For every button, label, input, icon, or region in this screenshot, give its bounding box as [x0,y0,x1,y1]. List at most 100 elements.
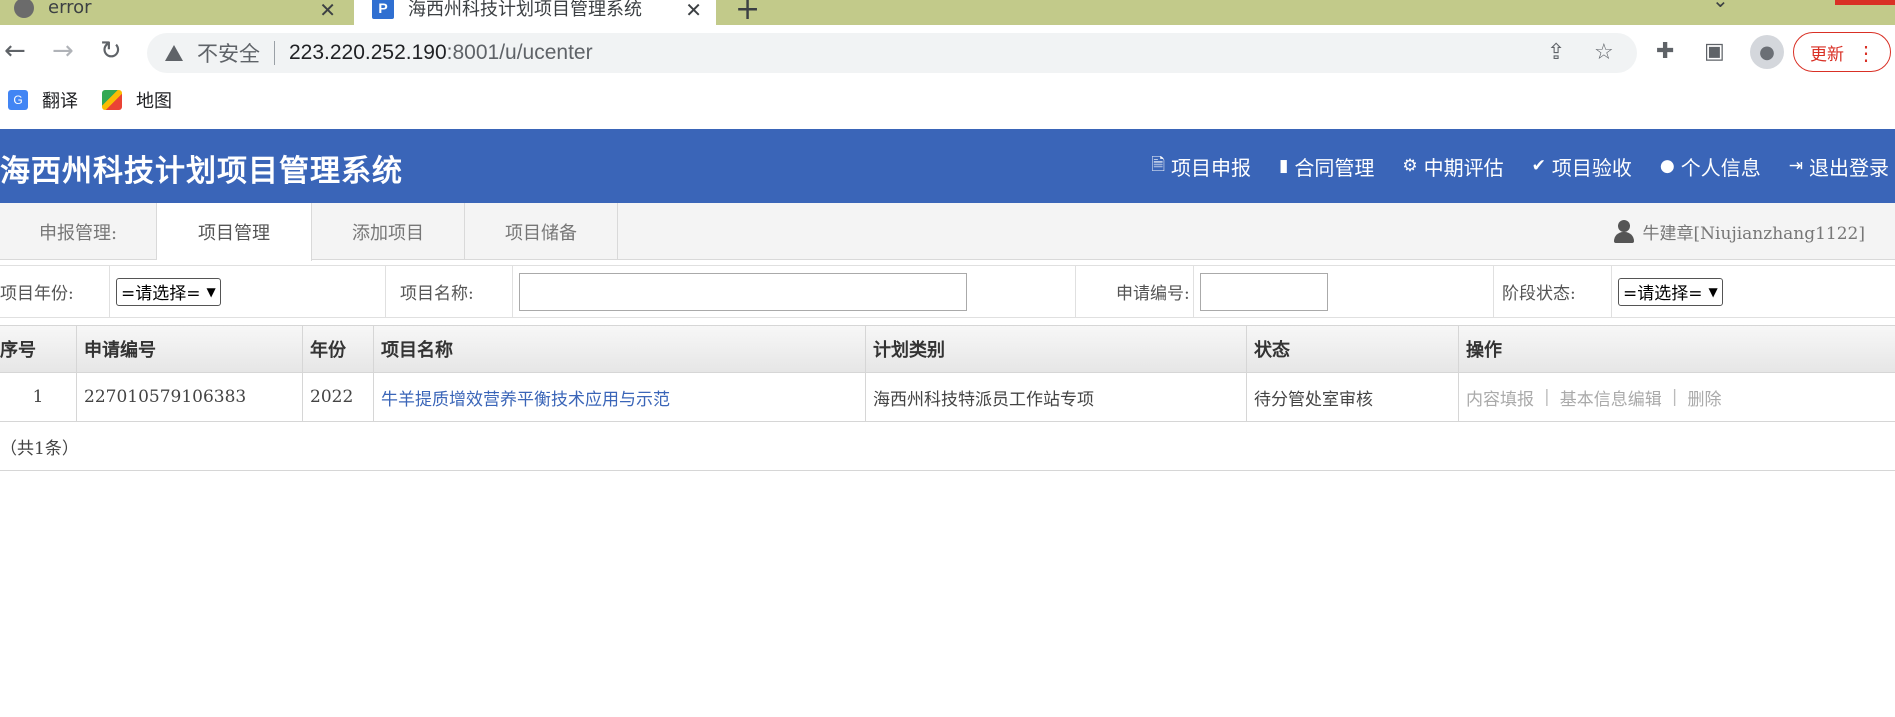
divider: | [1544,387,1550,407]
app-title: 海西州科技计划项目管理系统 [0,154,403,189]
nav-profile[interactable]: ● 个人信息 [1660,152,1761,181]
browser-tab-error[interactable]: error ✕ [0,0,350,25]
stage-select-value: =请选择= [1623,284,1703,304]
nav-midterm[interactable]: ⚙ 中期评估 [1402,152,1503,181]
nav-label: 项目申报 [1171,155,1252,180]
application-code-input[interactable] [1200,272,1328,311]
browser-tab-active[interactable]: P 海西州科技计划项目管理系统 ✕ [354,0,716,25]
cell-category: 海西州科技特派员工作站专项 [866,373,1247,421]
bookmark-maps[interactable]: 地图 [102,87,172,113]
more-vert-icon: ⋮ [1856,43,1876,65]
new-tab-icon[interactable]: + [735,0,760,27]
tab-title: error [48,0,92,18]
nav-label: 合同管理 [1294,155,1375,180]
bookmark-label: 翻译 [42,91,78,111]
maps-icon [102,90,122,110]
stage-label: 阶段状态: [1494,266,1612,317]
bookmarks-bar: G 翻译 地图 [0,85,1895,115]
edit-info-link[interactable]: 基本信息编辑 [1560,385,1662,410]
nav-project-apply[interactable]: 🗎 项目申报 [1151,152,1251,181]
check-circle-icon: ✔ [1531,156,1546,176]
bookmark-label: 地图 [136,91,172,111]
table-row: 1 227010579106383 2022 牛羊提质增效营养平衡技术应用与示范… [0,373,1895,422]
globe-icon [14,0,34,18]
chevron-down-icon: ▼ [1708,284,1718,299]
cell-name: 牛羊提质增效营养平衡技术应用与示范 [374,373,866,421]
stage-select[interactable]: =请选择= ▼ [1618,277,1723,306]
nav-logout[interactable]: ⇥ 退出登录 [1789,152,1889,181]
close-icon[interactable]: ✕ [685,0,702,22]
share-icon[interactable]: ⇪ [1547,40,1565,65]
app-header: 海西州科技计划项目管理系统 🗎 项目申报 ▮ 合同管理 ⚙ 中期评估 ✔ 项目验… [0,129,1895,203]
user-icon: ● [1659,156,1675,176]
nav-label: 中期评估 [1423,155,1504,180]
user-name: 牛建章[Niujianzhang1122] [1642,224,1865,244]
close-icon[interactable]: ✕ [319,0,336,22]
col-index: 序号 [0,326,77,372]
col-name: 项目名称 [374,326,866,372]
url-host: 223.220.252.190 [289,41,447,64]
nav-label: 项目验收 [1551,155,1632,180]
tab-title: 海西州科技计划项目管理系统 [408,0,642,20]
code-cell [1194,266,1494,317]
back-arrow-icon[interactable]: ← [4,37,26,65]
current-user: 牛建章[Niujianzhang1122] [1613,219,1865,244]
side-panel-icon[interactable]: ▣ [1704,39,1725,64]
profile-avatar-icon[interactable]: ● [1750,35,1784,69]
sub-nav-bar: 申报管理: 项目管理 添加项目 项目储备 牛建章[Niujianzhang112… [0,203,1895,261]
browser-toolbar: ← → ↻ 不安全 223.220.252.190:8001/u/ucenter… [0,25,1895,80]
cell-index: 1 [0,373,77,421]
word-doc-icon: 🗎 [1151,154,1166,175]
project-name-link[interactable]: 牛羊提质增效营养平衡技术应用与示范 [381,385,670,410]
cell-actions: 内容填报 | 基本信息编辑 | 删除 [1459,373,1895,421]
gears-icon: ⚙ [1402,156,1418,176]
col-actions: 操作 [1466,340,1502,361]
fill-content-link[interactable]: 内容填报 [1466,385,1534,410]
table-header: 序号 申请编号 年份 项目名称 计划类别 状态 操作 [0,325,1895,373]
tab-add-project[interactable]: 添加项目 [312,203,465,260]
col-year: 年份 [303,326,374,372]
tab-project-management[interactable]: 项目管理 [157,203,312,261]
reload-icon[interactable]: ↻ [100,37,122,65]
window-close-edge[interactable] [1835,0,1895,5]
total-count: （共1条） [0,423,1895,471]
divider: | [1671,387,1678,407]
name-label: 项目名称: [386,266,513,317]
forward-arrow-icon[interactable]: → [52,37,74,65]
extensions-icon[interactable]: ✚ [1656,39,1674,64]
code-label: 申请编号: [1076,266,1194,317]
stage-cell: =请选择= ▼ [1612,266,1895,317]
chevron-down-icon: ▼ [206,284,216,299]
address-bar[interactable]: 不安全 223.220.252.190:8001/u/ucenter ⇪ ☆ [147,33,1637,73]
year-select[interactable]: =请选择= ▼ [116,277,221,306]
col-category: 计划类别 [866,326,1247,372]
security-label: 不安全 [197,43,260,66]
site-favicon-icon: P [372,0,394,19]
delete-link[interactable]: 删除 [1687,385,1721,410]
nav-acceptance[interactable]: ✔ 项目验收 [1532,152,1632,181]
col-status: 状态 [1247,326,1459,372]
browser-tab-strip: error ✕ P 海西州科技计划项目管理系统 ✕ + ⌄ [0,0,1895,27]
translate-icon: G [8,90,28,110]
filter-bar: 项目年份: =请选择= ▼ 项目名称: 申请编号: 阶段状态: =请选择= ▼ [0,265,1895,318]
col-code: 申请编号 [77,326,303,372]
star-icon[interactable]: ☆ [1594,40,1614,65]
chevron-down-icon[interactable]: ⌄ [1712,0,1729,12]
warning-icon [165,45,183,61]
nav-contract[interactable]: ▮ 合同管理 [1279,152,1374,181]
cell-code: 227010579106383 [77,373,303,421]
update-button[interactable]: 更新 ⋮ [1793,32,1891,72]
year-label: 项目年份: [0,266,110,317]
project-name-input[interactable] [519,272,967,311]
nav-label: 个人信息 [1680,155,1761,180]
year-cell: =请选择= ▼ [110,266,386,317]
sign-out-icon: ⇥ [1788,156,1803,176]
tab-project-reserve[interactable]: 项目储备 [465,203,618,260]
nav-label: 退出登录 [1809,155,1889,180]
bookmark-translate[interactable]: G 翻译 [8,87,78,113]
subnav-section-label: 申报管理: [0,203,157,260]
top-nav: 🗎 项目申报 ▮ 合同管理 ⚙ 中期评估 ✔ 项目验收 ● 个人信息 ⇥ 退出登… [1123,129,1889,203]
cell-year: 2022 [303,373,374,421]
cell-status: 待分管处室审核 [1247,373,1459,421]
update-label: 更新 [1810,44,1844,64]
